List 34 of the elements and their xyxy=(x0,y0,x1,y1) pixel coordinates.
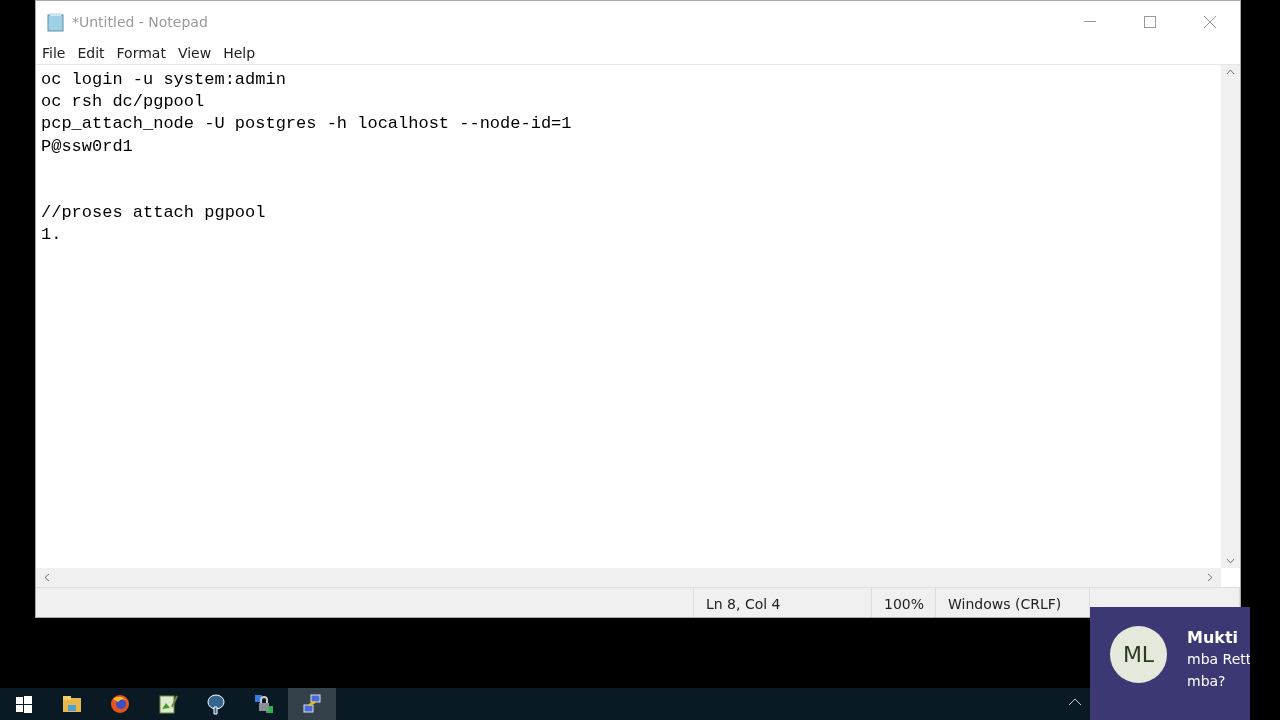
close-icon xyxy=(1203,15,1217,29)
chevron-up-icon[interactable] xyxy=(1068,698,1082,706)
scroll-right-icon xyxy=(1207,573,1213,582)
avatar: ML xyxy=(1110,626,1167,683)
vertical-scrollbar[interactable] xyxy=(1221,65,1240,568)
text-line: //proses attach pgpool xyxy=(41,202,267,225)
text-line: pcp_attach_node -U postgres -h localhost --node-id=1 xyxy=(41,113,573,136)
network-icon xyxy=(301,693,323,715)
menu-item[interactable]: File xyxy=(36,43,72,64)
minimize-icon xyxy=(1084,21,1096,23)
browser-icon xyxy=(109,693,131,715)
menu-item[interactable]: View xyxy=(171,43,218,64)
windows-icon xyxy=(13,693,35,715)
notepad-icon xyxy=(157,693,179,715)
folder-icon xyxy=(61,693,83,715)
notepad-icon xyxy=(46,12,66,32)
notification-text: mba? xyxy=(1187,672,1226,691)
window-title: *Untitled - Notepad xyxy=(72,12,208,32)
menu-item[interactable]: Help xyxy=(217,43,262,64)
text-line: 1. xyxy=(41,224,63,247)
maximize-icon xyxy=(1144,16,1156,28)
menu-item[interactable]: Edit xyxy=(71,43,111,64)
notification-title: Mukti xyxy=(1187,627,1239,649)
scroll-left-icon xyxy=(44,573,50,582)
horizontal-scrollbar[interactable] xyxy=(36,568,1221,587)
scroll-up-icon xyxy=(1226,69,1235,75)
scroll-down-icon xyxy=(1226,558,1235,564)
lock-icon xyxy=(253,693,275,715)
status-text: Ln 8, Col 4 xyxy=(694,588,872,617)
menu-item[interactable]: Format xyxy=(110,43,172,64)
text-line: P@ssw0rd1 xyxy=(41,135,134,158)
text-line: oc rsh dc/pgpool xyxy=(41,91,206,114)
text-line: oc login -u system:admin xyxy=(41,69,287,91)
status-text: 100% xyxy=(872,588,936,617)
